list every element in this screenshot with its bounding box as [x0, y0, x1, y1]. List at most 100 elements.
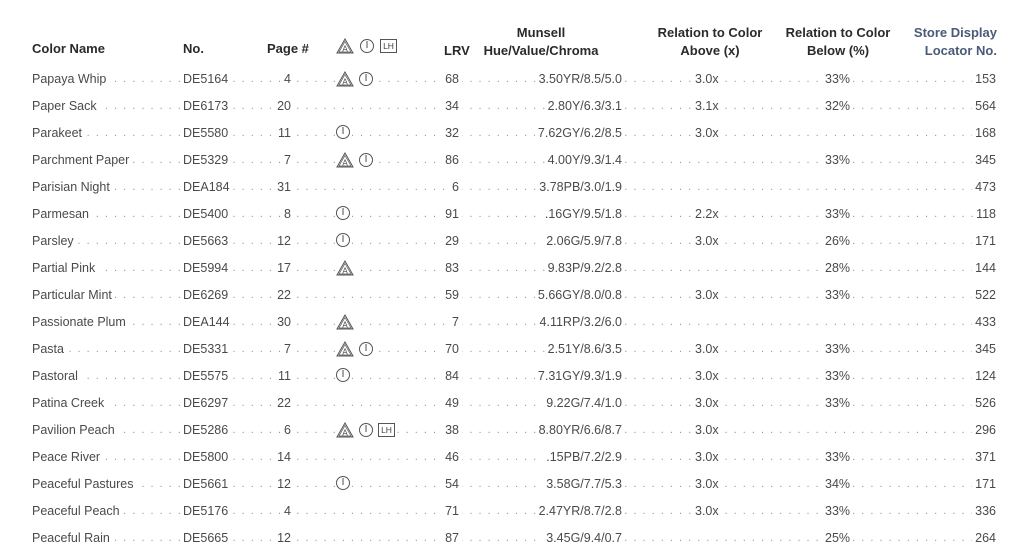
cell-page: 31 [274, 177, 294, 197]
table-row: . . . . . . . . . . . . . . . . . . . . … [0, 447, 1024, 474]
cell-page: 7 [281, 150, 294, 170]
cell-munsell: 2.06G/5.9/7.8 [543, 231, 625, 251]
cell-name: Parisian Night [29, 177, 113, 197]
cell-page: 4 [281, 501, 294, 521]
cell-page: 11 [275, 123, 294, 143]
row-icons: A [336, 260, 356, 276]
header-store-line2: Locator No. [924, 43, 997, 58]
cell-locator: 473 [972, 177, 996, 197]
cell-name: Peaceful Rain [29, 528, 113, 548]
cell-lrv: 91 [442, 204, 462, 224]
header-page: Page # [267, 41, 309, 56]
cell-lrv: 29 [442, 231, 462, 251]
cell-above: 3.0x [692, 123, 722, 143]
cell-locator: 144 [972, 258, 996, 278]
cell-name: Pavilion Peach [29, 420, 118, 440]
cell-above: 3.0x [692, 339, 722, 359]
row-icons: AI [336, 152, 375, 168]
cell-below: 33% [822, 69, 854, 89]
cell-below: 33% [822, 150, 854, 170]
cell-locator: 264 [972, 528, 996, 548]
cell-name: Peaceful Peach [29, 501, 123, 521]
cell-locator: 345 [972, 339, 996, 359]
cell-munsell: 2.80Y/6.3/3.1 [544, 96, 625, 116]
cell-munsell: 3.50YR/8.5/5.0 [535, 69, 625, 89]
cell-above: 3.0x [692, 474, 722, 494]
cell-no: DE6269 [180, 285, 232, 305]
header-color-name: Color Name [32, 41, 105, 56]
cell-locator: 171 [972, 231, 996, 251]
cell-page: 22 [274, 285, 294, 305]
accent-triangle-icon: A [336, 152, 354, 168]
cell-no: DE5580 [180, 123, 232, 143]
cell-no: DE5329 [180, 150, 232, 170]
interior-circle-icon: I [336, 206, 350, 220]
svg-text:A: A [342, 348, 348, 357]
cell-page: 30 [274, 312, 294, 332]
accent-triangle-icon: A [336, 314, 354, 330]
cell-lrv: 54 [442, 474, 462, 494]
cell-below: 28% [822, 258, 854, 278]
table-row: . . . . . . . . . . . . . . . . . . . . … [0, 528, 1024, 555]
cell-name: Parchment Paper [29, 150, 133, 170]
table-row: . . . . . . . . . . . . . . . . . . . . … [0, 366, 1024, 393]
cell-name: Peaceful Pastures [29, 474, 137, 494]
row-icons: A I LH [336, 422, 397, 438]
cell-munsell: 3.45G/9.4/0.7 [543, 528, 625, 548]
table-row: . . . . . . . . . . . . . . . . . . . . … [0, 312, 1024, 339]
cell-lrv: 84 [442, 366, 462, 386]
cell-munsell: 7.62GY/6.2/8.5 [534, 123, 625, 143]
cell-page: 12 [274, 474, 294, 494]
cell-above: 3.0x [692, 420, 722, 440]
row-icons: I [336, 233, 352, 247]
cell-lrv: 68 [442, 69, 462, 89]
cell-below: 33% [822, 204, 854, 224]
table-row: . . . . . . . . . . . . . . . . . . . . … [0, 69, 1024, 96]
cell-lrv: 70 [442, 339, 462, 359]
header-above-line1: Relation to Color [657, 25, 763, 40]
cell-name: Papaya Whip [29, 69, 110, 89]
cell-below: 33% [822, 501, 854, 521]
row-icons: A [336, 314, 356, 330]
cell-below: 25% [822, 528, 854, 548]
cell-lrv: 32 [442, 123, 462, 143]
cell-below: 26% [822, 231, 854, 251]
cell-no: DE5661 [180, 474, 232, 494]
interior-circle-icon: I [336, 233, 350, 247]
cell-locator: 526 [972, 393, 996, 413]
cell-munsell: 5.66GY/8.0/0.8 [534, 285, 625, 305]
cell-locator: 296 [972, 420, 996, 440]
interior-circle-icon: I [359, 153, 373, 167]
cell-page: 11 [275, 366, 294, 386]
interior-circle-icon: I [359, 342, 373, 356]
table-row: . . . . . . . . . . . . . . . . . . . . … [0, 420, 1024, 447]
cell-name: Pasta [29, 339, 67, 359]
row-icons: I [336, 476, 352, 490]
accent-triangle-icon: A [336, 71, 354, 87]
cell-lrv: 46 [442, 447, 462, 467]
cell-munsell: 9.83P/9.2/2.8 [544, 258, 625, 278]
cell-munsell: .16GY/9.5/1.8 [541, 204, 625, 224]
cell-munsell: .15PB/7.2/2.9 [543, 447, 625, 467]
cell-locator: 168 [972, 123, 996, 143]
table-row: . . . . . . . . . . . . . . . . . . . . … [0, 204, 1024, 231]
cell-page: 22 [274, 393, 294, 413]
table-row: . . . . . . . . . . . . . . . . . . . . … [0, 501, 1024, 528]
cell-no: DEA144 [180, 312, 233, 332]
cell-below: 32% [822, 96, 854, 116]
cell-page: 7 [281, 339, 294, 359]
header-munsell: Munsell Hue/Value/Chroma [466, 24, 616, 60]
cell-below: 33% [822, 285, 854, 305]
interior-circle-icon: I [336, 476, 350, 490]
cell-munsell: 3.58G/7.7/5.3 [543, 474, 625, 494]
table-row: . . . . . . . . . . . . . . . . . . . . … [0, 258, 1024, 285]
cell-above: 3.0x [692, 366, 722, 386]
cell-page: 12 [274, 528, 294, 548]
row-icons: I [336, 368, 352, 382]
cell-page: 14 [274, 447, 294, 467]
cell-name: Peace River [29, 447, 104, 467]
header-store-locator: Store Display Locator No. [880, 24, 997, 60]
cell-below: 33% [822, 339, 854, 359]
cell-munsell: 2.51Y/8.6/3.5 [544, 339, 625, 359]
cell-above: 2.2x [692, 204, 722, 224]
